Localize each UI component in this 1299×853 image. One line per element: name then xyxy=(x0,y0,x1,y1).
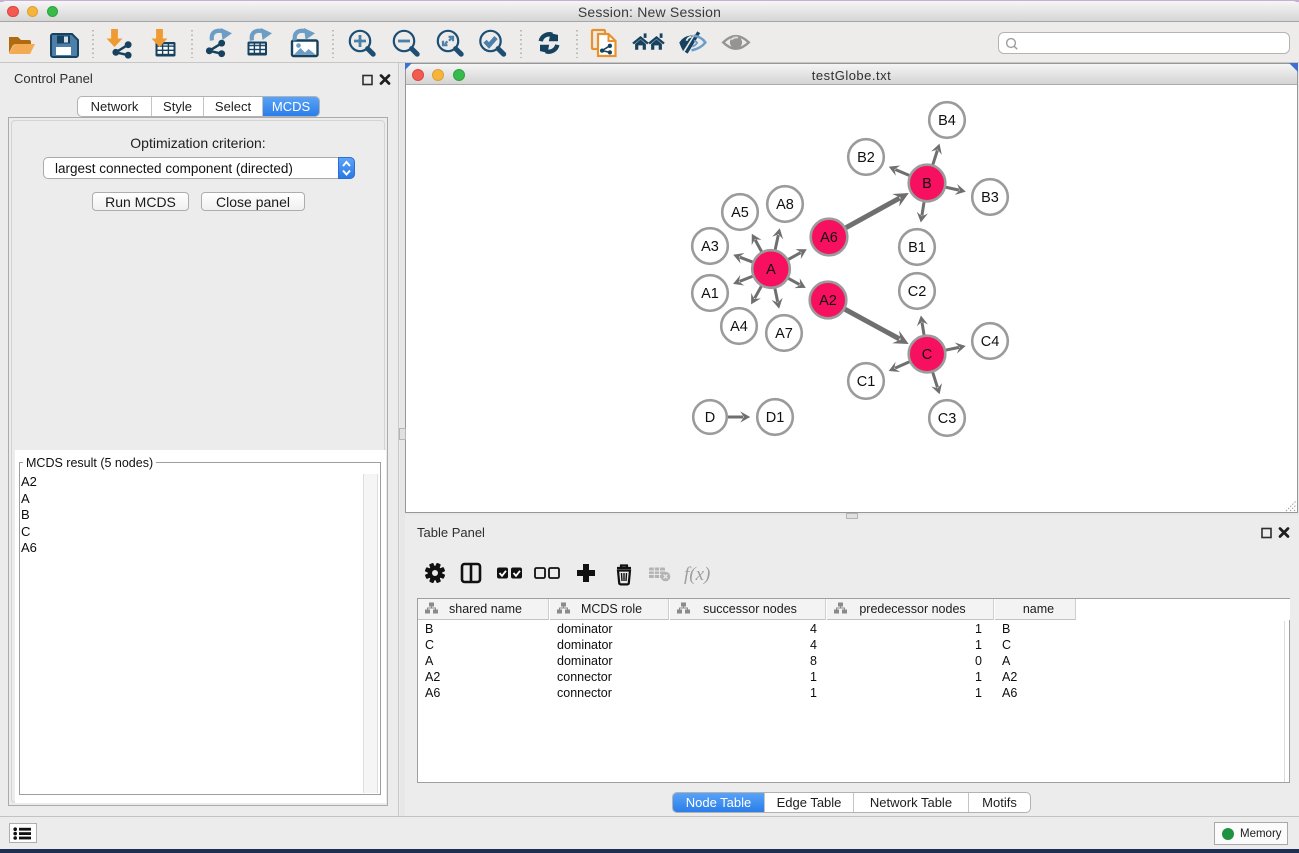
svg-text:B4: B4 xyxy=(938,113,956,129)
svg-text:D1: D1 xyxy=(766,410,785,426)
svg-text:C2: C2 xyxy=(908,284,927,300)
svg-text:B2: B2 xyxy=(857,150,875,166)
svg-text:A4: A4 xyxy=(730,319,748,335)
svg-text:C: C xyxy=(922,347,932,363)
svg-text:A5: A5 xyxy=(731,205,749,221)
svg-text:A: A xyxy=(766,262,776,278)
svg-text:C1: C1 xyxy=(857,374,876,390)
svg-text:f(x): f(x) xyxy=(684,564,710,585)
svg-text:B1: B1 xyxy=(908,240,926,256)
svg-text:B3: B3 xyxy=(981,190,999,206)
svg-text:C4: C4 xyxy=(981,334,1000,350)
svg-text:D: D xyxy=(705,410,715,426)
svg-text:B: B xyxy=(922,176,932,192)
svg-text:A2: A2 xyxy=(819,293,837,309)
svg-text:A8: A8 xyxy=(776,197,794,213)
svg-text:A7: A7 xyxy=(775,326,793,342)
svg-text:A1: A1 xyxy=(701,286,719,302)
svg-text:A3: A3 xyxy=(701,239,719,255)
svg-text:C3: C3 xyxy=(938,411,957,427)
svg-text:A6: A6 xyxy=(820,230,838,246)
